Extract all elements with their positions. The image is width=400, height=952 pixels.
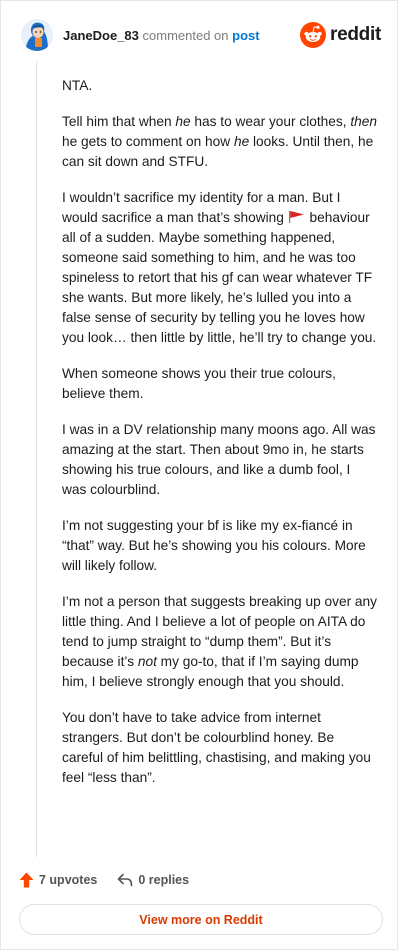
- upvote-count: 7 upvotes: [39, 873, 98, 887]
- brand-wordmark: reddit: [330, 24, 381, 45]
- comment-header: JaneDoe_83 commented on post reddit: [21, 15, 381, 55]
- reddit-logo-icon: [300, 22, 327, 48]
- post-link[interactable]: post: [232, 28, 259, 43]
- reply-arrow-icon: [118, 873, 133, 887]
- paragraph-6: I’m not suggesting your bf is like my ex…: [62, 518, 366, 573]
- upvote-arrow-icon: [19, 872, 34, 888]
- paragraph-7: I’m not a person that suggests breaking …: [62, 594, 377, 689]
- paragraph-2: Tell him that when he has to wear your c…: [62, 114, 377, 169]
- avatar-image: [21, 19, 53, 51]
- reply-button[interactable]: 0 replies: [117, 873, 189, 887]
- thread-line: [36, 61, 37, 857]
- username-link[interactable]: JaneDoe_83: [63, 28, 139, 43]
- paragraph-1: NTA.: [62, 78, 93, 93]
- red-flag-icon: [288, 211, 304, 223]
- embedded-comment-card: JaneDoe_83 commented on post reddit NTA.…: [0, 0, 398, 950]
- paragraph-3: I wouldn’t sacrifice my identity for a m…: [62, 190, 377, 345]
- upvote-button[interactable]: 7 upvotes: [19, 872, 97, 888]
- paragraph-8: You don’t have to take advice from inter…: [62, 710, 371, 785]
- avatar[interactable]: [21, 19, 53, 51]
- comment-meta: JaneDoe_83 commented on post: [63, 28, 260, 43]
- paragraph-5: I was in a DV relationship many moons ag…: [62, 422, 376, 497]
- commented-on-text: commented on: [142, 27, 229, 43]
- reply-count: 0 replies: [138, 873, 190, 887]
- comment-actions: 7 upvotes 0 replies: [19, 870, 189, 890]
- reddit-brand[interactable]: reddit: [300, 22, 381, 48]
- view-more-button[interactable]: View more on Reddit: [19, 904, 383, 935]
- paragraph-4: When someone shows you their true colour…: [62, 366, 336, 401]
- comment-body: NTA. Tell him that when he has to wear y…: [62, 76, 378, 804]
